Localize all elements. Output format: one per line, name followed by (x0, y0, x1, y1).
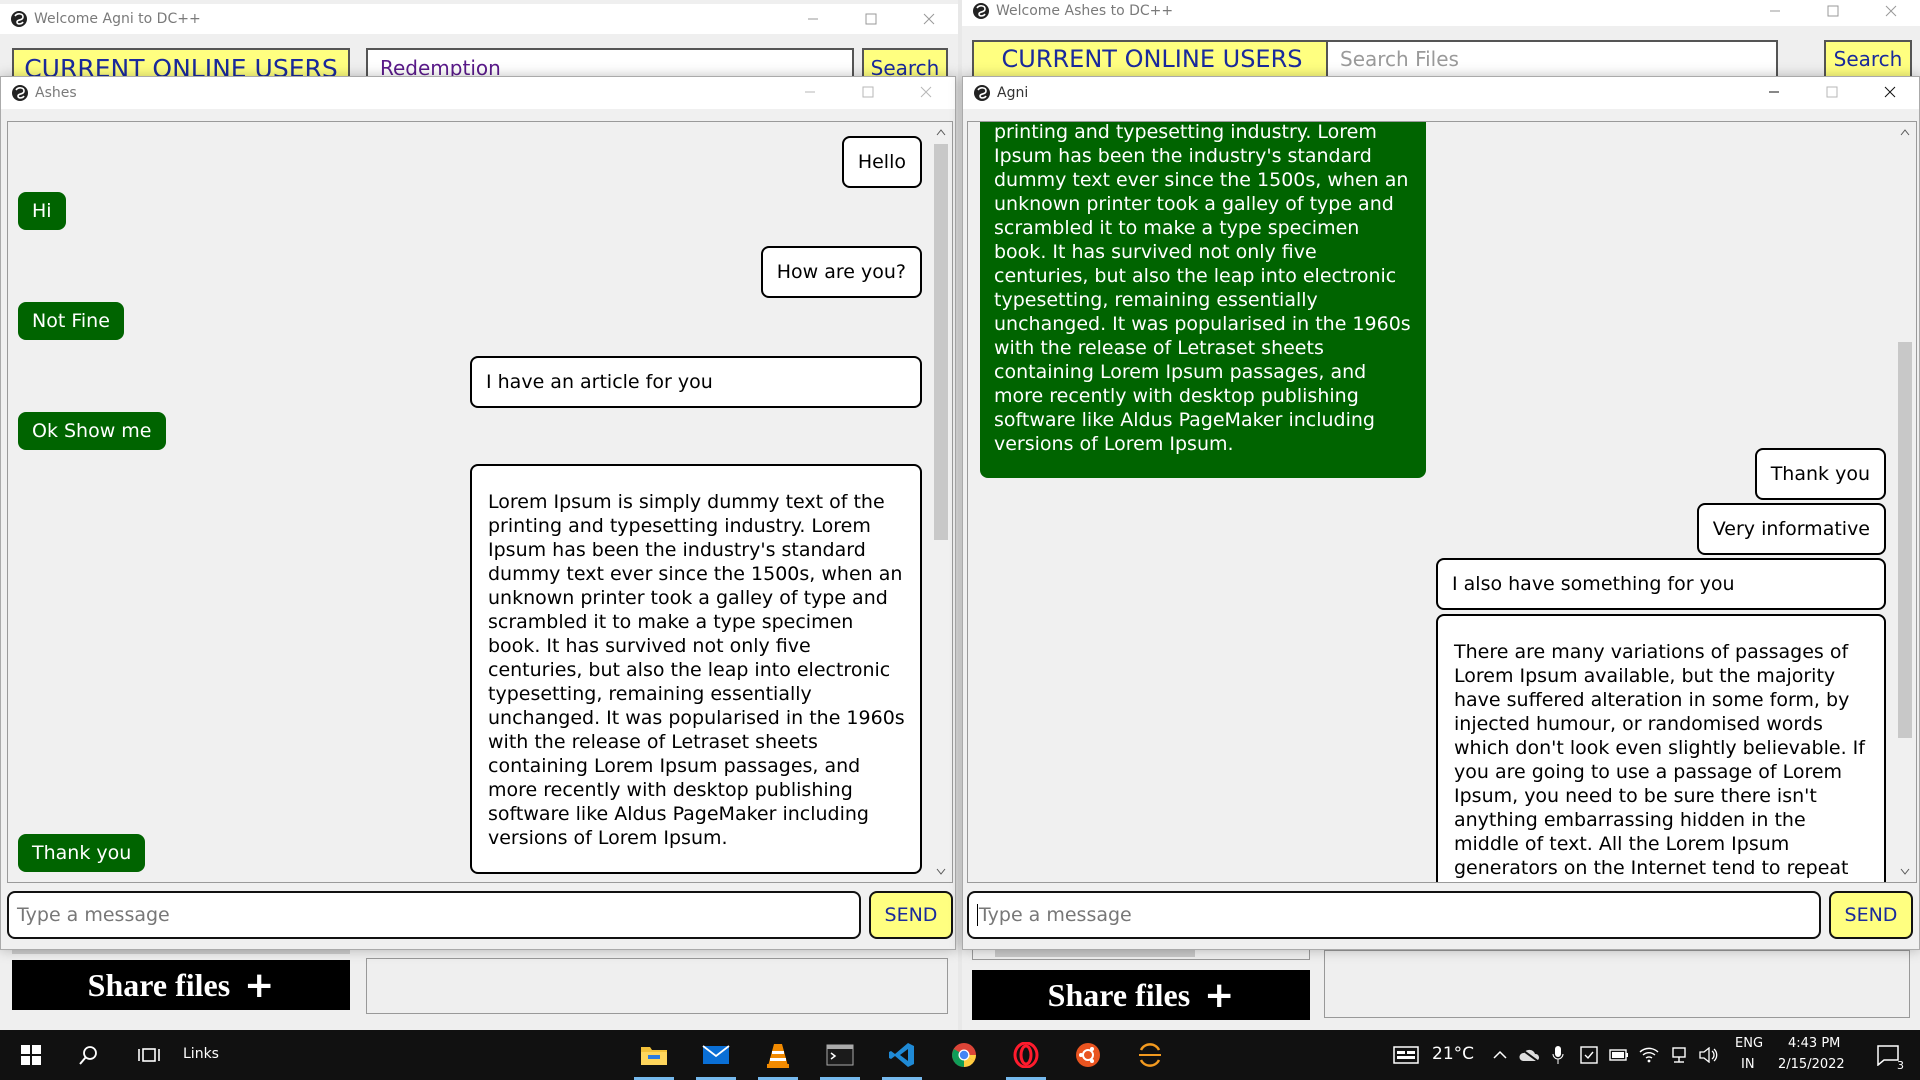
minimize-button[interactable] (1745, 77, 1803, 107)
opera-icon[interactable] (1000, 1030, 1052, 1080)
main-left-titlebar: Welcome Agni to DC++ (0, 4, 958, 34)
language-indicator[interactable]: ENG (1735, 1036, 1763, 1051)
message-sent: I also have something for you (1436, 558, 1886, 610)
scrollbar-thumb[interactable] (1898, 342, 1912, 738)
chat-title: Agni (997, 85, 1029, 101)
text-caret (977, 904, 978, 926)
dcpp-logo-icon (10, 10, 28, 28)
chrome-icon[interactable] (938, 1030, 990, 1080)
close-button[interactable] (897, 77, 955, 107)
minimize-button[interactable] (781, 77, 839, 107)
message-received: Thank you (18, 834, 146, 872)
message-list-content: Hello Hi How are you? Not Fine I have an… (8, 122, 930, 882)
terminal-icon[interactable] (814, 1030, 866, 1080)
plus-icon: + (1204, 974, 1235, 1016)
main-right-titlebar: Welcome Ashes to DC++ (962, 0, 1920, 26)
task-view-icon[interactable] (124, 1030, 174, 1080)
message-received: Ok Show me (18, 412, 166, 450)
scroll-down-icon[interactable] (930, 862, 952, 882)
dcpp-logo-icon (972, 2, 990, 20)
search-button[interactable]: Search (1824, 40, 1912, 78)
scroll-down-icon[interactable] (1894, 862, 1916, 882)
chat-window-agni: Agni Lorem Ipsum is simply dummy text of… (962, 76, 1920, 950)
dcpp-logo-icon (11, 84, 29, 102)
message-list-content: Lorem Ipsum is simply dummy text of the … (968, 122, 1894, 882)
share-files-label: Share files (1047, 976, 1191, 1013)
scroll-up-icon[interactable] (930, 122, 952, 142)
maximize-button[interactable] (839, 77, 897, 107)
message-sent: Hello (841, 136, 922, 188)
scroll-up-icon[interactable] (1894, 122, 1916, 142)
message-received: Not Fine (18, 302, 124, 340)
chat-title: Ashes (35, 85, 77, 101)
message-sent: I have an article for you (470, 356, 922, 408)
minimize-button[interactable] (784, 4, 842, 34)
maximize-button[interactable] (1804, 0, 1862, 26)
vlc-icon[interactable] (752, 1030, 804, 1080)
chat-titlebar: Agni (963, 77, 1919, 109)
message-sent: How are you? (760, 246, 922, 298)
dcpp-logo-icon (973, 84, 991, 102)
send-button[interactable]: SEND (869, 891, 953, 939)
wifi-icon[interactable] (1636, 1030, 1662, 1080)
message-scrollbar[interactable] (930, 122, 952, 882)
message-received: Lorem Ipsum is simply dummy text of the … (980, 122, 1426, 478)
language-region[interactable]: IN (1741, 1057, 1755, 1072)
weather-temperature[interactable]: 21°C (1432, 1044, 1474, 1064)
taskbar: Links 21°C ENG IN 4:43 PM 2/15/2022 3 (0, 1030, 1920, 1080)
notification-icon[interactable]: 3 (1868, 1030, 1908, 1080)
eclipse-icon[interactable] (1124, 1030, 1176, 1080)
message-list[interactable]: Lorem Ipsum is simply dummy text of the … (967, 121, 1917, 883)
battery-icon[interactable] (1606, 1030, 1632, 1080)
file-explorer-icon[interactable] (628, 1030, 680, 1080)
message-sent: Very informative (1696, 503, 1886, 555)
share-files-label: Share files (87, 966, 231, 1003)
scrollbar-thumb[interactable] (934, 144, 948, 540)
volume-icon[interactable] (1696, 1030, 1722, 1080)
chevron-up-icon[interactable] (1488, 1030, 1512, 1080)
chat-titlebar: Ashes (1, 77, 955, 109)
users-list-panel (12, 950, 350, 954)
message-sent: Thank you (1754, 448, 1886, 500)
plus-icon: + (244, 964, 275, 1006)
online-users-tab[interactable]: CURRENT ONLINE USERS (972, 40, 1332, 78)
message-list[interactable]: Hello Hi How are you? Not Fine I have an… (7, 121, 953, 883)
search-input[interactable]: Search Files (1326, 40, 1778, 78)
windows-start-icon[interactable] (6, 1030, 56, 1080)
links-toolbar[interactable]: Links (183, 1046, 219, 1062)
clock-date[interactable]: 2/15/2022 (1778, 1057, 1845, 1072)
weather-icon[interactable] (1390, 1030, 1422, 1080)
ubuntu-icon[interactable] (1062, 1030, 1114, 1080)
onedrive-icon[interactable] (1516, 1030, 1544, 1080)
maximize-button[interactable] (1803, 77, 1861, 107)
maximize-button[interactable] (842, 4, 900, 34)
window-title: Welcome Agni to DC++ (34, 11, 201, 27)
network-icon[interactable] (1666, 1030, 1692, 1080)
mail-icon[interactable] (690, 1030, 742, 1080)
minimize-button[interactable] (1746, 0, 1804, 26)
chat-window-ashes: Ashes Hello Hi How are you? Not Fine I h… (0, 76, 956, 950)
message-input[interactable]: Type a message (7, 891, 861, 939)
message-received: Hi (18, 192, 66, 230)
message-sent: Lorem Ipsum is simply dummy text of the … (470, 464, 922, 874)
close-button[interactable] (1861, 77, 1919, 107)
search-icon[interactable] (64, 1030, 114, 1080)
close-button[interactable] (1862, 0, 1920, 26)
files-panel (1324, 950, 1910, 1018)
vscode-icon[interactable] (876, 1030, 928, 1080)
notification-count: 3 (1897, 1059, 1904, 1072)
clock-time[interactable]: 4:43 PM (1788, 1036, 1840, 1051)
send-button[interactable]: SEND (1829, 891, 1913, 939)
share-files-button[interactable]: Share files + (12, 960, 350, 1010)
message-input[interactable]: Type a message (967, 891, 1821, 939)
message-input-placeholder: Type a message (979, 904, 1132, 926)
share-files-button[interactable]: Share files + (972, 970, 1310, 1020)
message-sent: There are many variations of passages of… (1436, 614, 1886, 882)
message-scrollbar[interactable] (1894, 122, 1916, 882)
window-title: Welcome Ashes to DC++ (996, 3, 1174, 19)
security-icon[interactable] (1576, 1030, 1602, 1080)
files-panel (366, 958, 948, 1014)
close-button[interactable] (900, 4, 958, 34)
microphone-icon[interactable] (1546, 1030, 1570, 1080)
